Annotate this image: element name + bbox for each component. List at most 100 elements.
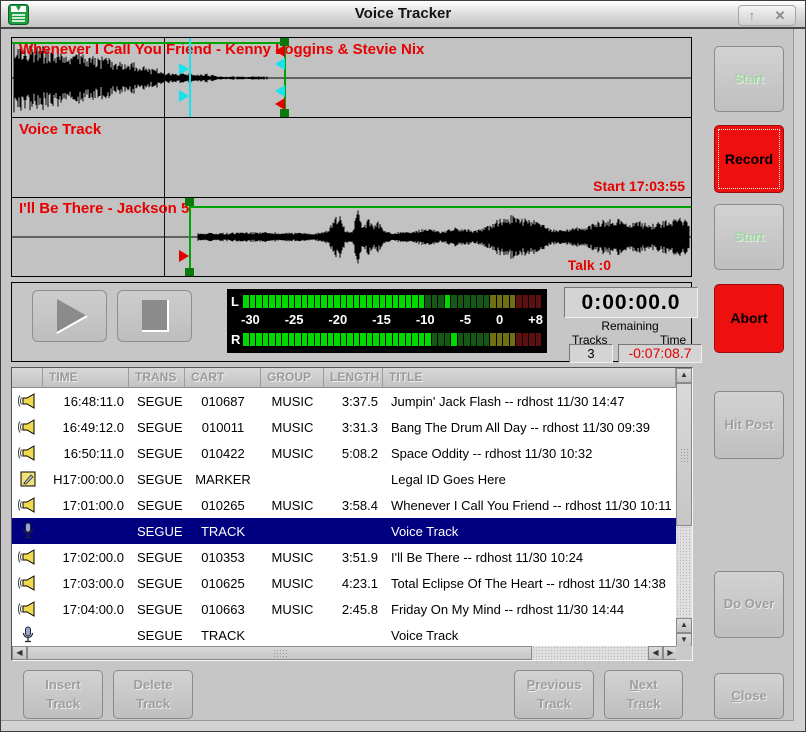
start-1-button[interactable]: Start (714, 46, 784, 112)
marker-handle-icon[interactable] (280, 109, 289, 117)
segue-marker-icon[interactable] (275, 98, 285, 110)
fade-marker-icon[interactable] (275, 85, 285, 97)
previous-track-button[interactable]: PreviousTrack (514, 670, 594, 719)
log-row[interactable]: 16:49:12.0SEGUE010011MUSIC3:31.3Bang The… (12, 414, 676, 440)
cell-cart: 010625 (185, 576, 261, 591)
cell-group: MUSIC (261, 446, 324, 461)
column-header-time: TIME (43, 368, 129, 388)
meter-segment (250, 295, 256, 308)
track3-start-rule (189, 206, 691, 208)
window-controls: ↑ ✕ (738, 5, 796, 26)
row-icon-cell (12, 417, 43, 437)
cell-length: 3:58.4 (324, 498, 383, 513)
close-window-icon[interactable]: ✕ (774, 9, 785, 22)
log-row[interactable]: H17:00:00.0SEGUEMARKERLegal ID Goes Here (12, 466, 676, 492)
cell-title: Friday On My Mind -- rdhost 11/30 14:44 (383, 602, 676, 617)
log-row[interactable]: 16:48:11.0SEGUE010687MUSIC3:37.5Jumpin' … (12, 388, 676, 414)
cell-group: MUSIC (261, 576, 324, 591)
meter-segment (471, 333, 477, 346)
cell-title: Total Eclipse Of The Heart -- rdhost 11/… (383, 576, 676, 591)
hit-post-label: Hit Post (724, 416, 773, 435)
meter-segment (243, 295, 249, 308)
speaker-icon (18, 417, 38, 437)
meter-scale-tick: 0 (496, 312, 503, 328)
microphone-icon (18, 521, 38, 541)
meter-segment (354, 333, 360, 346)
speaker-icon (18, 495, 38, 515)
meter-segment (406, 333, 412, 346)
cell-trans: SEGUE (129, 524, 185, 539)
horizontal-scroll-thumb[interactable] (27, 646, 532, 660)
play-button[interactable] (32, 290, 107, 342)
row-icon-cell (12, 625, 43, 645)
delete-track-button[interactable]: DeleteTrack (113, 670, 193, 719)
waveform-canvas[interactable]: Whenever I Call You Friend - Kenny Loggi… (12, 38, 691, 276)
cell-title: Bang The Drum All Day -- rdhost 11/30 09… (383, 420, 676, 435)
cell-title: Voice Track (383, 628, 676, 643)
cell-time: 17:01:00.0 (43, 498, 129, 513)
log-row[interactable]: 17:02:00.0SEGUE010353MUSIC3:51.9I'll Be … (12, 544, 676, 570)
fade-marker-icon[interactable] (179, 63, 189, 75)
vertical-scroll-thumb[interactable] (676, 383, 692, 526)
window-title: Voice Tracker (1, 5, 805, 22)
track-divider (12, 117, 691, 118)
close-button[interactable]: Close (714, 673, 784, 719)
log-row[interactable]: SEGUETRACKVoice Track (12, 622, 676, 648)
row-icon-cell (12, 443, 43, 463)
meter-scale: -30-25-20-15-10-50+8 (241, 312, 543, 328)
meter-segment (490, 333, 496, 346)
cell-title: Space Oddity -- rdhost 11/30 10:32 (383, 446, 676, 461)
track1-fade-marker-line[interactable] (189, 38, 191, 117)
remaining-tracks-value: 3 (569, 344, 613, 363)
row-icon-cell (12, 547, 43, 567)
log-row[interactable]: 17:01:00.0SEGUE010265MUSIC3:58.4Whenever… (12, 492, 676, 518)
log-row[interactable]: 16:50:11.0SEGUE010422MUSIC5:08.2Space Od… (12, 440, 676, 466)
track3-start-marker-line[interactable] (189, 198, 191, 276)
vertical-scroll-track[interactable] (676, 526, 692, 618)
meter-scale-tick: -25 (285, 312, 304, 328)
meter-segment (360, 333, 366, 346)
edit-boundary-line (164, 38, 165, 276)
meter-segment (250, 333, 256, 346)
scroll-up-icon[interactable]: ▲ (676, 618, 692, 633)
meter-segment (458, 295, 464, 308)
scroll-up-icon[interactable]: ▲ (676, 368, 692, 383)
log-row[interactable]: 17:04:00.0SEGUE010663MUSIC2:45.8Friday O… (12, 596, 676, 622)
fade-marker-icon[interactable] (275, 58, 285, 70)
meter-segment (497, 295, 503, 308)
cell-group: MUSIC (261, 550, 324, 565)
meter-segment (373, 333, 379, 346)
meter-segment (393, 333, 399, 346)
delete-track-label-line: Delete (133, 676, 172, 695)
stop-button[interactable] (117, 290, 192, 342)
shade-window-icon[interactable]: ↑ (749, 9, 756, 22)
cell-length: 3:31.3 (324, 420, 383, 435)
log-rows: 16:48:11.0SEGUE010687MUSIC3:37.5Jumpin' … (12, 388, 676, 648)
segue-marker-icon[interactable] (275, 45, 285, 57)
cell-cart: 010265 (185, 498, 261, 513)
voice-track-editor[interactable]: Whenever I Call You Friend - Kenny Loggi… (11, 37, 692, 277)
meter-segment (321, 295, 327, 308)
record-button[interactable]: Record (714, 125, 784, 193)
log-row[interactable]: 17:03:00.0SEGUE010625MUSIC4:23.1Total Ec… (12, 570, 676, 596)
horizontal-scroll-track[interactable] (532, 646, 648, 660)
insert-track-button[interactable]: InsertTrack (23, 670, 103, 719)
log-row[interactable]: SEGUETRACKVoice Track (12, 518, 676, 544)
scroll-left-icon[interactable]: ◀ (648, 646, 663, 660)
hit-post-button[interactable]: Hit Post (714, 391, 784, 459)
do-over-button[interactable]: Do Over (714, 571, 784, 638)
window-frame-right (793, 29, 805, 731)
next-track-button[interactable]: NextTrack (604, 670, 683, 719)
next-track-label-line: Next (629, 676, 657, 695)
meter-segment (380, 333, 386, 346)
record-label: Record (725, 149, 773, 169)
window-frame-bottom (1, 720, 794, 731)
scroll-left-icon[interactable]: ◀ (12, 646, 27, 660)
marker-handle-icon[interactable] (185, 198, 194, 206)
marker-handle-icon[interactable] (185, 268, 194, 276)
cell-trans: SEGUE (129, 498, 185, 513)
start-2-button[interactable]: Start (714, 204, 784, 270)
fade-marker-icon[interactable] (179, 90, 189, 102)
abort-button[interactable]: Abort (714, 284, 784, 353)
segue-marker-icon[interactable] (179, 250, 189, 262)
